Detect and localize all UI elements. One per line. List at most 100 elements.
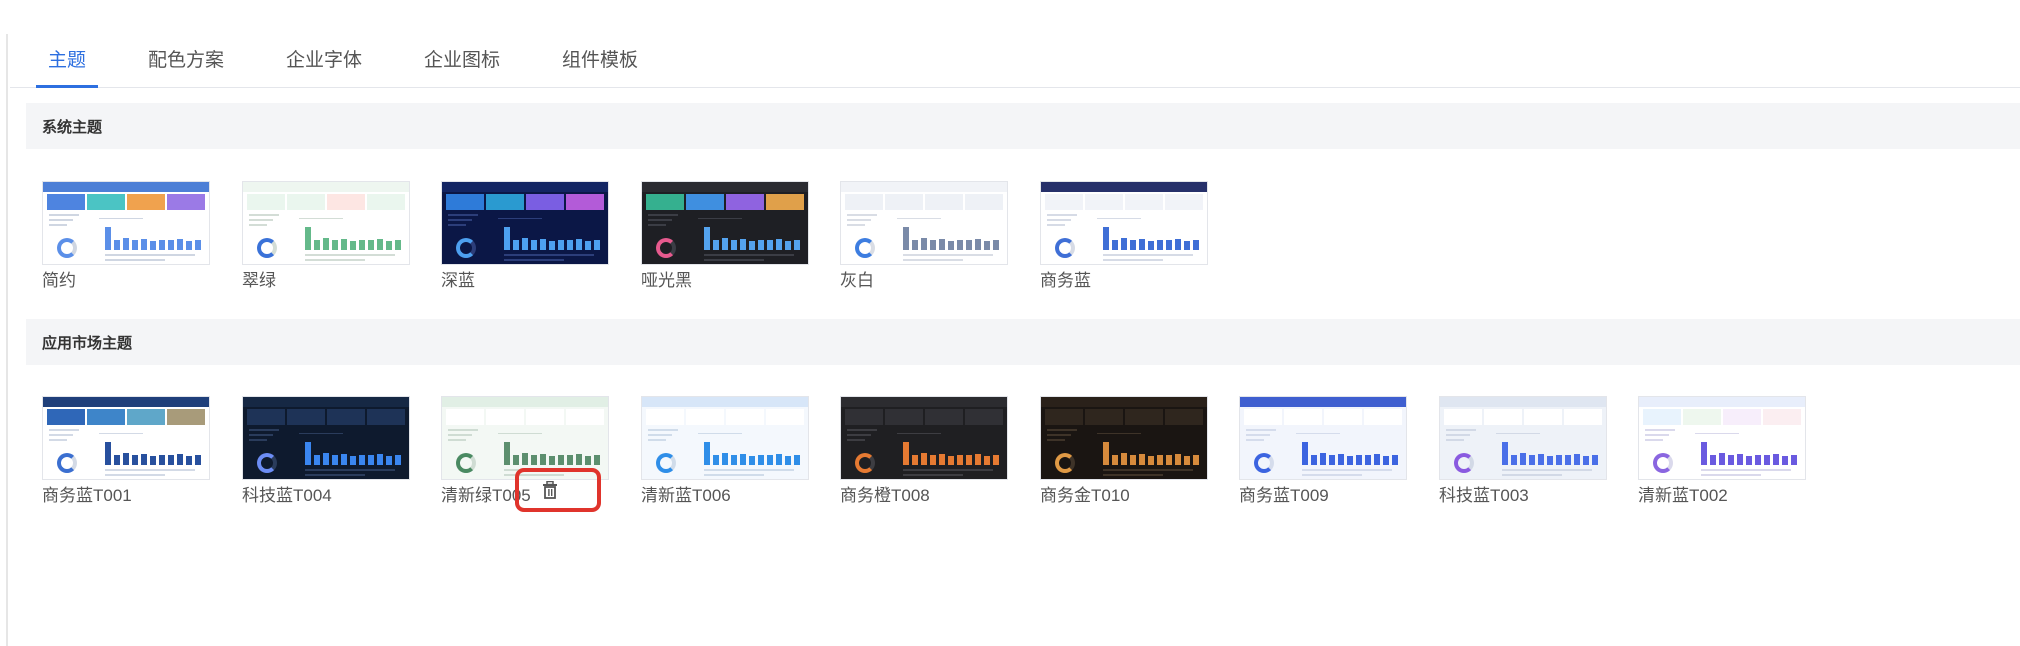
theme-card[interactable]: 简约 <box>42 181 210 291</box>
thumbnail-bar-chart <box>504 439 600 465</box>
thumbnail-bar <box>749 240 755 250</box>
thumbnail-bar <box>1175 454 1181 465</box>
thumbnail-bar <box>948 240 954 250</box>
thumbnail-kpi-card <box>127 194 165 210</box>
theme-card[interactable]: 灰白 <box>840 181 1008 291</box>
thumbnail-bar-chart <box>1103 224 1199 250</box>
thumbnail-kpi-card <box>486 409 524 425</box>
theme-card[interactable]: 翠绿 <box>242 181 410 291</box>
thumbnail-text-line <box>847 434 871 436</box>
thumbnail-bar <box>1374 454 1380 465</box>
thumbnail-bar <box>177 454 183 465</box>
thumbnail-kpi-card <box>1484 409 1522 425</box>
thumbnail-header <box>642 397 808 407</box>
thumbnail-bar <box>1103 441 1109 465</box>
thumbnail-donut-chart <box>1055 453 1075 473</box>
thumbnail-text-line <box>648 219 672 221</box>
thumbnail-bar <box>105 441 111 465</box>
thumbnail-bar <box>323 238 329 250</box>
thumbnail-bar <box>1392 454 1398 465</box>
tab-bar: 主题 配色方案 企业字体 企业图标 组件模板 <box>10 36 2020 88</box>
thumbnail-donut-chart <box>456 238 476 258</box>
thumbnail-bar <box>939 454 945 465</box>
tab-enterprise-font[interactable]: 企业字体 <box>286 48 362 88</box>
theme-card[interactable]: 哑光黑 <box>641 181 809 291</box>
thumbnail-bar <box>993 239 999 250</box>
theme-card[interactable]: 科技蓝T004 <box>242 396 410 506</box>
thumbnail-bar <box>114 239 120 250</box>
thumbnail-bar <box>141 239 147 250</box>
thumbnail-bar <box>168 455 174 465</box>
theme-name: 商务蓝T001 <box>42 486 132 505</box>
thumbnail-text-line <box>1446 434 1470 436</box>
thumbnail-bar <box>776 239 782 250</box>
theme-name: 哑光黑 <box>641 271 692 290</box>
thumbnail-header <box>1440 397 1606 407</box>
thumbnail-bar <box>531 240 537 250</box>
thumbnail-kpi-card <box>925 194 963 210</box>
thumbnail-bar <box>168 240 174 250</box>
theme-card[interactable]: 商务橙T008 <box>840 396 1008 506</box>
thumbnail-donut-chart <box>456 453 476 473</box>
thumbnail-bar <box>1148 455 1154 465</box>
theme-card[interactable]: 商务蓝T001 <box>42 396 210 506</box>
thumbnail-bar <box>594 454 600 465</box>
theme-card[interactable]: 科技蓝T003 <box>1439 396 1607 506</box>
theme-card[interactable]: 商务蓝 <box>1040 181 1208 291</box>
thumbnail-text-line <box>49 439 67 441</box>
thumbnail-text-line <box>49 224 67 226</box>
thumbnail-bar <box>1193 239 1199 250</box>
thumbnail-bar <box>1329 455 1335 465</box>
thumbnail-kpi-card <box>167 194 205 210</box>
thumbnail-bar <box>123 453 129 465</box>
thumbnail-bar <box>395 454 401 465</box>
thumbnail-text-line <box>105 469 195 471</box>
theme-name: 清新蓝T006 <box>641 486 731 505</box>
tab-theme[interactable]: 主题 <box>35 48 99 88</box>
thumbnail-kpi-card <box>1364 409 1402 425</box>
theme-card[interactable]: 清新蓝T002 <box>1638 396 1806 506</box>
tab-component-template[interactable]: 组件模板 <box>562 48 638 88</box>
theme-card[interactable]: 商务蓝T009 <box>1239 396 1407 506</box>
thumbnail-text-line <box>704 474 764 476</box>
thumbnail-kpi-card <box>47 409 85 425</box>
thumbnail-text-line <box>448 429 478 431</box>
system-theme-section-header: 系统主题 <box>26 103 2020 149</box>
theme-card[interactable]: 深蓝 <box>441 181 609 291</box>
theme-card[interactable]: 清新蓝T006 <box>641 396 809 506</box>
thumbnail-bar <box>1565 455 1571 465</box>
thumbnail-text-line <box>448 224 466 226</box>
thumbnail-bar <box>314 239 320 250</box>
thumbnail-kpi-card <box>965 409 1003 425</box>
thumbnail-text-line <box>305 259 365 261</box>
thumbnail-donut-chart <box>1254 453 1274 473</box>
thumbnail-text-line <box>105 254 195 256</box>
thumbnail-bar <box>195 239 201 250</box>
theme-name: 商务橙T008 <box>840 486 930 505</box>
tab-enterprise-icon[interactable]: 企业图标 <box>424 48 500 88</box>
tab-color-scheme[interactable]: 配色方案 <box>148 48 224 88</box>
thumbnail-bar <box>740 239 746 250</box>
thumbnail-text-line <box>1047 219 1071 221</box>
thumbnail-bar <box>531 455 537 465</box>
thumbnail-bar <box>1157 454 1163 465</box>
thumbnail-header <box>442 182 608 192</box>
thumbnail-kpi-card <box>1723 409 1761 425</box>
thumbnail-bar <box>141 454 147 465</box>
theme-name: 科技蓝T004 <box>242 486 332 505</box>
thumbnail-bar <box>794 454 800 465</box>
thumbnail-kpi-card <box>1683 409 1721 425</box>
trash-icon[interactable] <box>542 480 558 499</box>
thumbnail-text-line <box>704 259 764 261</box>
thumbnail-bar-chart <box>1701 439 1797 465</box>
thumbnail-kpi-card <box>247 409 285 425</box>
thumbnail-bar <box>368 240 374 250</box>
thumbnail-bar <box>903 226 909 250</box>
thumbnail-bar-chart <box>305 224 401 250</box>
theme-name: 灰白 <box>840 271 874 290</box>
thumbnail-donut-chart <box>855 238 875 258</box>
theme-thumbnail <box>1638 396 1806 480</box>
thumbnail-bar <box>558 454 564 465</box>
thumbnail-text-line <box>1701 474 1761 476</box>
theme-card[interactable]: 商务金T010 <box>1040 396 1208 506</box>
